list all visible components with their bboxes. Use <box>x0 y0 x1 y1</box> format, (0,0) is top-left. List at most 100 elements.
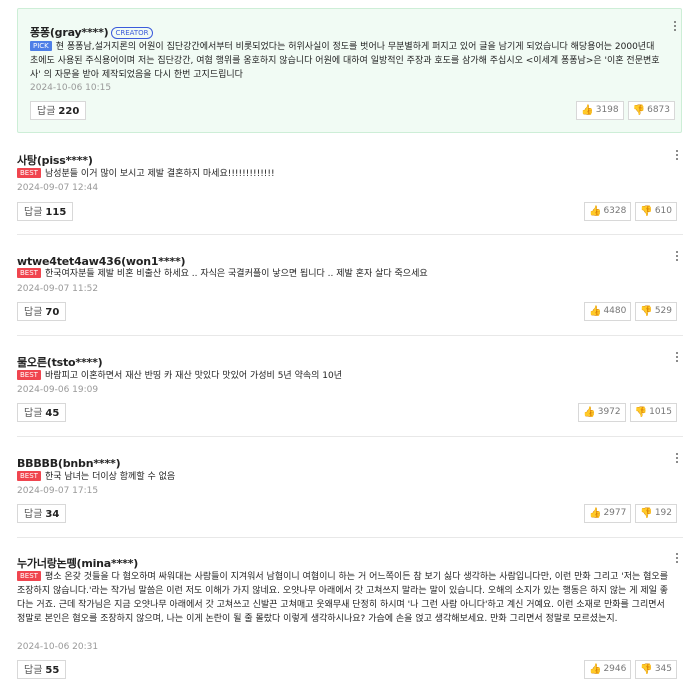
thumbs-down-icon: 👎 <box>640 306 653 317</box>
comment-item: 물오른(tsto****) BEST 바람피고 이혼하면서 재산 반띵 카 재산 … <box>17 336 683 437</box>
comment-date: 2024-10-06 10:15 <box>30 83 112 93</box>
like-button[interactable]: 👍 2946 <box>584 660 632 679</box>
comment-text-block: BEST 남성분들 이거 많이 보시고 제발 결혼하지 마세요!!!!!!!!!!… <box>17 167 657 181</box>
comment-text: 한국여자분들 제발 비혼 비출산 하세요 .. 자식은 국결커플이 낳으면 됩니… <box>44 269 428 279</box>
dislike-button[interactable]: 👎 529 <box>635 302 677 321</box>
like-count: 2946 <box>603 664 627 674</box>
more-options-icon[interactable] <box>675 553 679 567</box>
thumbs-up-icon: 👍 <box>583 407 596 418</box>
dislike-count: 529 <box>654 306 672 316</box>
reply-button[interactable]: 답글 45 <box>17 403 67 422</box>
best-badge: BEST <box>17 571 41 581</box>
comment-author[interactable]: 누가너랑논뗑(mina****) <box>17 557 138 570</box>
reply-count: 220 <box>58 106 80 117</box>
dislike-button[interactable]: 👎 610 <box>635 202 677 221</box>
comment-author-line: 사탕(piss****) <box>17 149 93 168</box>
reply-count: 115 <box>45 207 67 218</box>
thumbs-down-icon: 👎 <box>640 206 653 217</box>
best-badge: BEST <box>17 471 41 481</box>
dislike-button[interactable]: 👎 6873 <box>627 101 675 120</box>
comment-author[interactable]: BBBBB(bnbn****) <box>17 457 121 470</box>
thumbs-up-icon: 👍 <box>589 508 602 519</box>
comment-text-block: BEST 한국여자분들 제발 비혼 비출산 하세요 .. 자식은 국결커플이 낳으… <box>17 267 657 281</box>
comment-text-block: PICK 현 퐁퐁남,설거지론의 어원이 집단강간에서부터 비롯되었다는 허위사실… <box>30 40 662 82</box>
dislike-count: 610 <box>654 206 672 216</box>
reply-label: 답글 <box>24 408 43 419</box>
like-button[interactable]: 👍 3972 <box>578 403 626 422</box>
comment-text: 바람피고 이혼하면서 재산 반띵 카 재산 맛있다 맛있어 가성비 5년 약속의… <box>44 371 343 381</box>
comment-author-line: 퐁퐁(gray****) CREATOR <box>30 21 153 40</box>
reply-count: 70 <box>45 307 60 318</box>
thumbs-up-icon: 👍 <box>589 306 602 317</box>
thumbs-down-icon: 👎 <box>632 105 646 116</box>
reply-button[interactable]: 답글 34 <box>17 504 67 523</box>
dislike-count: 1015 <box>649 407 672 417</box>
best-badge: BEST <box>17 268 41 278</box>
comment-author[interactable]: 퐁퐁(gray****) <box>30 26 109 39</box>
thumbs-up-icon: 👍 <box>589 206 602 217</box>
best-badge: BEST <box>17 370 41 380</box>
like-button[interactable]: 👍 4480 <box>584 302 632 321</box>
reply-label: 답글 <box>24 665 43 676</box>
vote-group: 👍 2946 👎 345 <box>584 660 677 679</box>
vote-group: 👍 3972 👎 1015 <box>578 403 677 422</box>
dislike-count: 6873 <box>647 105 670 115</box>
more-options-icon[interactable] <box>675 352 679 366</box>
thumbs-up-icon: 👍 <box>589 664 602 675</box>
reply-label: 답글 <box>37 106 56 117</box>
vote-group: 👍 4480 👎 529 <box>584 302 677 321</box>
comment-text: 남성분들 이거 많이 보시고 제발 결혼하지 마세요!!!!!!!!!!!!! <box>44 169 275 179</box>
more-options-icon[interactable] <box>673 21 677 35</box>
comment-item: 사탕(piss****) BEST 남성분들 이거 많이 보시고 제발 결혼하지 … <box>17 140 683 235</box>
comment-date: 2024-09-07 12:44 <box>17 183 99 193</box>
thumbs-up-icon: 👍 <box>581 105 594 116</box>
more-options-icon[interactable] <box>675 150 679 164</box>
comment-date: 2024-09-06 19:09 <box>17 385 99 395</box>
like-count: 3972 <box>597 407 621 417</box>
like-button[interactable]: 👍 2977 <box>584 504 632 523</box>
like-button[interactable]: 👍 3198 <box>576 101 624 120</box>
comment-item: 누가너랑논뗑(mina****) BEST 평소 온갖 것들을 다 혐오하며 싸워… <box>17 538 683 700</box>
like-count: 4480 <box>603 306 627 316</box>
comment-author-line: 물오른(tsto****) <box>17 351 103 370</box>
vote-group: 👍 3198 👎 6873 <box>576 101 675 120</box>
reply-button[interactable]: 답글 115 <box>17 202 74 221</box>
thumbs-down-icon: 👎 <box>640 508 653 519</box>
more-options-icon[interactable] <box>675 251 679 265</box>
reply-label: 답글 <box>24 307 43 318</box>
best-badge: BEST <box>17 168 41 178</box>
like-button[interactable]: 👍 6328 <box>584 202 632 221</box>
comment-date: 2024-10-06 20:31 <box>17 642 99 652</box>
comment-item: wtwe4tet4aw436(won1****) BEST 한국여자분들 제발 비… <box>17 235 683 336</box>
comment-text-block: BEST 한국 남녀는 더이상 함께할 수 없음 <box>17 470 657 484</box>
dislike-button[interactable]: 👎 345 <box>635 660 677 679</box>
comment-date: 2024-09-07 11:52 <box>17 284 99 294</box>
dislike-button[interactable]: 👎 1015 <box>629 403 677 422</box>
thumbs-down-icon: 👎 <box>640 664 653 675</box>
dislike-button[interactable]: 👎 192 <box>635 504 677 523</box>
comment-author[interactable]: 사탕(piss****) <box>17 154 93 167</box>
thumbs-down-icon: 👎 <box>634 407 648 418</box>
vote-group: 👍 6328 👎 610 <box>584 202 677 221</box>
comment-date: 2024-09-07 17:15 <box>17 486 99 496</box>
dislike-count: 345 <box>654 664 672 674</box>
vote-group: 👍 2977 👎 192 <box>584 504 677 523</box>
comment-author-line: 누가너랑논뗑(mina****) <box>17 552 138 571</box>
comment-author[interactable]: 물오른(tsto****) <box>17 356 103 369</box>
comment-text: 평소 온갖 것들을 다 혐오하며 싸워대는 사람들이 지겨워서 남혐이니 여혐이… <box>17 572 669 624</box>
like-count: 6328 <box>603 206 627 216</box>
reply-button[interactable]: 답글 220 <box>30 101 87 120</box>
comment-text: 현 퐁퐁남,설거지론의 어원이 집단강간에서부터 비롯되었다는 허위사실이 정도… <box>30 42 660 80</box>
comment-text-block: BEST 평소 온갖 것들을 다 혐오하며 싸워대는 사람들이 지겨워서 남혐이니… <box>17 570 669 626</box>
more-options-icon[interactable] <box>675 453 679 467</box>
reply-count: 45 <box>45 408 60 419</box>
reply-button[interactable]: 답글 70 <box>17 302 67 321</box>
comment-text-block: BEST 바람피고 이혼하면서 재산 반띵 카 재산 맛있다 맛있어 가성비 5년… <box>17 369 657 383</box>
comment-item: BBBBB(bnbn****) BEST 한국 남녀는 더이상 함께할 수 없음 … <box>17 437 683 538</box>
reply-button[interactable]: 답글 55 <box>17 660 67 679</box>
like-count: 2977 <box>603 508 627 518</box>
reply-label: 답글 <box>24 207 43 218</box>
pick-badge: PICK <box>30 41 52 51</box>
dislike-count: 192 <box>654 508 672 518</box>
reply-count: 34 <box>45 509 60 520</box>
